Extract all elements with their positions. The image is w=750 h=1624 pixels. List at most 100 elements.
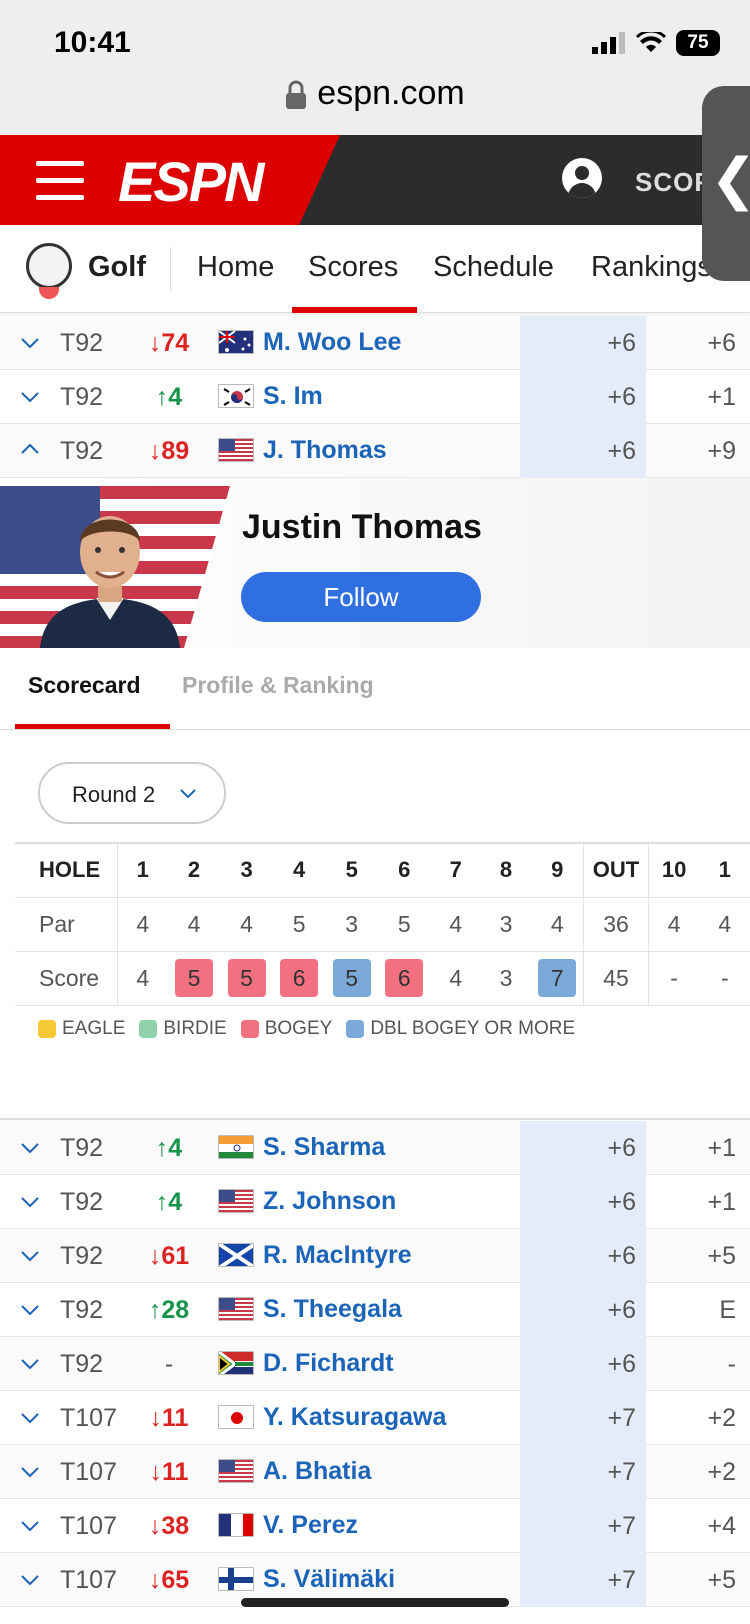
- player-link[interactable]: S. Im: [263, 382, 323, 411]
- movement: ↓11: [149, 1458, 189, 1486]
- position: T92: [60, 1350, 104, 1378]
- leaderboard-row[interactable]: T107 ↓38 V. Perez +7 +4: [0, 1499, 750, 1553]
- leaderboard-row[interactable]: T92 ↓61 R. MacIntyre +6 +5: [0, 1229, 750, 1283]
- nav-home[interactable]: Home: [197, 251, 274, 284]
- legend-label: DBL BOGEY OR MORE: [370, 1018, 576, 1039]
- player-link[interactable]: S. Sharma: [263, 1133, 385, 1162]
- movement: ↓74: [148, 329, 190, 357]
- follow-button[interactable]: Follow: [241, 572, 481, 622]
- legend-label: EAGLE: [62, 1018, 126, 1039]
- round-score: E: [719, 1296, 736, 1324]
- chevron-down-icon[interactable]: [20, 1299, 40, 1319]
- player-link[interactable]: Y. Katsuragawa: [263, 1403, 446, 1432]
- country-flag-icon: [218, 438, 254, 462]
- player-card: Justin Thomas Follow: [0, 478, 750, 648]
- sport-label[interactable]: Golf: [88, 251, 146, 284]
- round-select-value: Round 2: [72, 782, 156, 807]
- player-link[interactable]: Z. Johnson: [263, 1187, 396, 1216]
- country-flag-icon: [218, 330, 254, 354]
- headers-cell: 5: [325, 842, 378, 898]
- chevron-down-icon[interactable]: [20, 1353, 40, 1373]
- player-link[interactable]: M. Woo Lee: [263, 328, 401, 357]
- chevron-up-icon[interactable]: [20, 440, 40, 460]
- position: T92: [60, 1188, 104, 1216]
- score-cell: 5: [325, 951, 378, 1006]
- country-flag-icon: [218, 1297, 254, 1321]
- leaderboard-row[interactable]: T107 ↓11 Y. Katsuragawa +7 +2: [0, 1391, 750, 1445]
- movement: ↑4: [155, 383, 183, 411]
- chevron-down-icon: [180, 789, 196, 799]
- legend-label: BOGEY: [264, 1018, 333, 1039]
- chevron-down-icon[interactable]: [20, 1137, 40, 1157]
- leaderboard-row[interactable]: T92 ↑4 S. Im +6 +1: [0, 370, 750, 424]
- score-chip: 7: [538, 959, 577, 997]
- chevron-down-icon[interactable]: [20, 1515, 40, 1535]
- browser-chrome: 10:41 75 espn.com: [0, 0, 750, 135]
- scorecard-header-row: HOLE 1 2 3 4 5 6 7 8 9 OUT 10 1: [15, 842, 750, 898]
- tab-active-indicator: [15, 724, 170, 729]
- headers-cell: 7: [430, 842, 481, 898]
- score-cell: 5: [167, 951, 221, 1006]
- par-cell: Par: [15, 897, 118, 952]
- url-bar[interactable]: espn.com: [0, 74, 750, 113]
- leaderboard-row[interactable]: T107 ↓11 A. Bhatia +7 +2: [0, 1445, 750, 1499]
- par-cell: 4: [699, 897, 750, 952]
- espn-logo[interactable]: ESPN: [118, 149, 264, 214]
- chevron-down-icon[interactable]: [20, 386, 40, 406]
- leaderboard-row[interactable]: T92 ↓89 J. Thomas +6 +9: [0, 424, 750, 478]
- signal-icon: [592, 32, 625, 54]
- player-link[interactable]: S. Välimäki: [263, 1565, 395, 1594]
- country-flag-icon: [218, 1513, 254, 1537]
- nav-scores[interactable]: Scores: [308, 251, 398, 284]
- player-link[interactable]: J. Thomas: [263, 436, 387, 465]
- headers-cell: 1: [117, 842, 168, 898]
- leaderboard-row[interactable]: T92 ↑4 S. Sharma +6 +1: [0, 1121, 750, 1175]
- movement: ↑4: [155, 1134, 183, 1162]
- movement: ↑28: [148, 1296, 190, 1324]
- score-cell: 45: [583, 951, 649, 1006]
- player-link[interactable]: A. Bhatia: [263, 1457, 371, 1486]
- player-link[interactable]: V. Perez: [263, 1511, 358, 1540]
- total-score: +6: [520, 1283, 646, 1337]
- tab-profile-ranking[interactable]: Profile & Ranking: [182, 672, 374, 699]
- chevron-down-icon[interactable]: [20, 1245, 40, 1265]
- position: T107: [60, 1404, 117, 1432]
- leaderboard-row[interactable]: T92 ↑28 S. Theegala +6 E: [0, 1283, 750, 1337]
- par-cell: 4: [117, 897, 168, 952]
- menu-icon[interactable]: [36, 161, 84, 201]
- chevron-down-icon[interactable]: [20, 1191, 40, 1211]
- score-chip: 6: [280, 959, 319, 997]
- headers-cell: 4: [272, 842, 326, 898]
- score-cell: 4: [117, 951, 168, 1006]
- legend-item: DBL BOGEY OR MORE: [346, 1018, 575, 1040]
- nav-schedule[interactable]: Schedule: [433, 251, 554, 284]
- chevron-down-icon[interactable]: [20, 1461, 40, 1481]
- par-cell: 5: [377, 897, 431, 952]
- total-score: +6: [520, 1229, 646, 1283]
- total-score: +6: [520, 370, 646, 424]
- par-cell: 4: [220, 897, 273, 952]
- nav-rankings[interactable]: Rankings: [591, 251, 712, 284]
- chevron-down-icon[interactable]: [20, 1407, 40, 1427]
- user-icon[interactable]: [562, 158, 602, 198]
- chevron-down-icon[interactable]: [20, 332, 40, 352]
- side-panel-handle[interactable]: ❮: [702, 86, 750, 281]
- leaderboard-row[interactable]: T92 ↑4 Z. Johnson +6 +1: [0, 1175, 750, 1229]
- country-flag-icon: [218, 1243, 254, 1267]
- tab-scorecard[interactable]: Scorecard: [28, 672, 141, 699]
- round-select[interactable]: Round 2: [38, 762, 226, 824]
- player-link[interactable]: S. Theegala: [263, 1295, 402, 1324]
- position: T92: [60, 1296, 104, 1324]
- espn-header: ESPN SCOR: [0, 135, 750, 225]
- player-link[interactable]: R. MacIntyre: [263, 1241, 412, 1270]
- chevron-down-icon[interactable]: [20, 1569, 40, 1589]
- leaderboard-row[interactable]: T92 - D. Fichardt +6 -: [0, 1337, 750, 1391]
- round-score: -: [727, 1350, 736, 1378]
- sport-subnav: Golf Home Scores Schedule Rankings: [0, 225, 750, 313]
- wifi-icon: [636, 32, 666, 52]
- total-score: +7: [520, 1445, 646, 1499]
- legend-swatch: [139, 1020, 158, 1038]
- leaderboard-row[interactable]: T92 ↓74 M. Woo Lee +6 +6: [0, 316, 750, 370]
- player-link[interactable]: D. Fichardt: [263, 1349, 394, 1378]
- total-score: +6: [520, 1175, 646, 1229]
